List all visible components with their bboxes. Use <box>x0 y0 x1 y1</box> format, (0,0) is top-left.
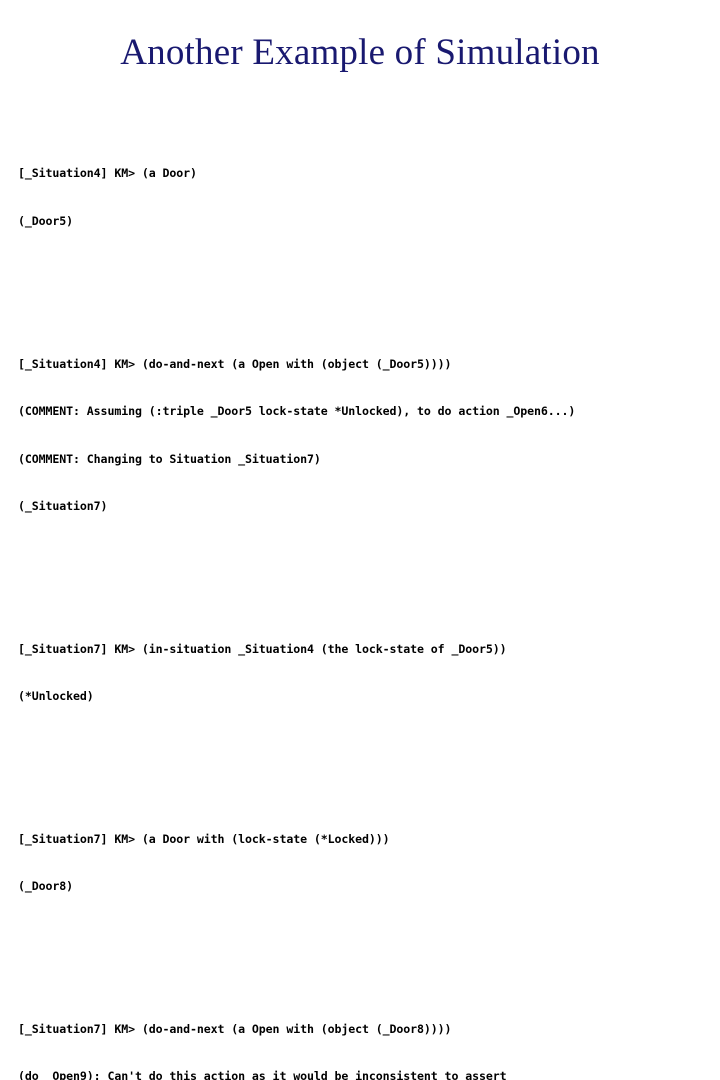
transcript-line: (*Unlocked) <box>18 689 94 704</box>
presentation-slide: Another Example of Simulation [_Situatio… <box>0 0 720 1080</box>
transcript-line: (_Door8) <box>18 879 74 894</box>
transcript-block: [_Situation7] KM> (in-situation _Situati… <box>18 610 718 737</box>
transcript-line: [_Situation7] KM> (do-and-next (a Open w… <box>18 1021 452 1036</box>
page-title: Another Example of Simulation <box>120 32 600 73</box>
transcript-line: [_Situation7] KM> (a Door with (lock-sta… <box>18 831 390 846</box>
transcript-line: (do _Open9): Can't do this action as it … <box>18 1069 507 1080</box>
transcript-line: (_Situation7) <box>18 499 108 514</box>
transcript-line: [_Situation4] KM> (do-and-next (a Open w… <box>18 356 452 371</box>
transcript-line: (COMMENT: Changing to Situation _Situati… <box>18 451 321 466</box>
terminal-transcript: [_Situation4] KM> (a Door) (_Door5) [_Si… <box>18 103 718 1080</box>
transcript-line: (_Door5) <box>18 213 74 228</box>
transcript-line: (COMMENT: Assuming (:triple _Door5 lock-… <box>18 404 576 419</box>
transcript-block: [_Situation7] KM> (a Door with (lock-sta… <box>18 800 718 927</box>
transcript-block: [_Situation7] KM> (do-and-next (a Open w… <box>18 990 718 1080</box>
transcript-line: [_Situation4] KM> (a Door) <box>18 166 197 181</box>
transcript-block: [_Situation4] KM> (do-and-next (a Open w… <box>18 325 718 547</box>
transcript-block: [_Situation4] KM> (a Door) (_Door5) <box>18 135 718 262</box>
transcript-line: [_Situation7] KM> (in-situation _Situati… <box>18 641 507 656</box>
